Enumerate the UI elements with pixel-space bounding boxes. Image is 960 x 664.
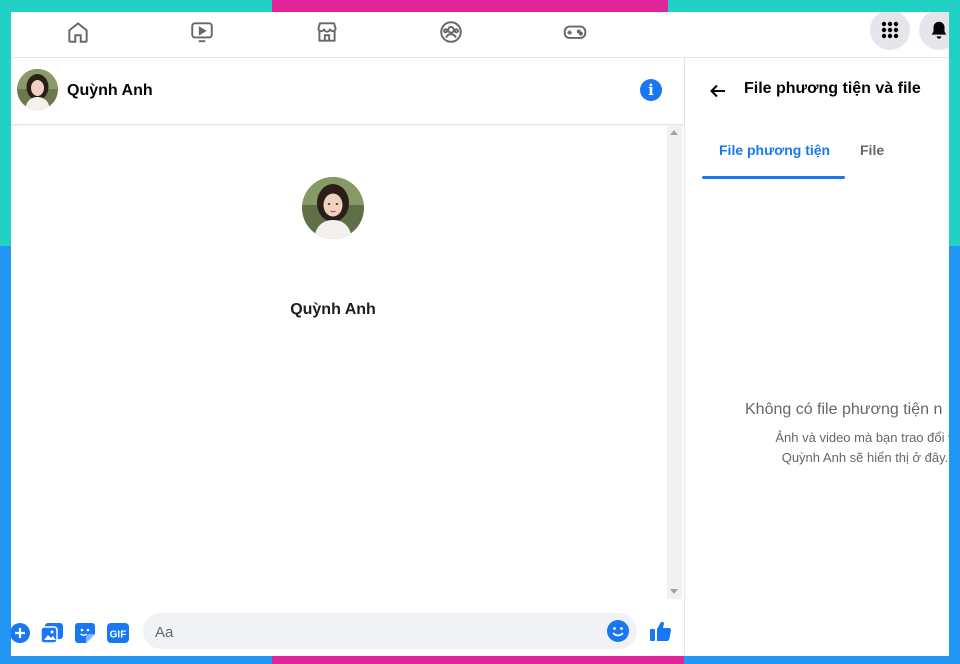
contact-name[interactable]: Quỳnh Anh [67, 82, 153, 100]
empty-state-title: Không có file phương tiện n [745, 401, 943, 418]
scroll-up-arrow[interactable] [670, 130, 678, 135]
media-files-panel: File phương tiện và file File phương tiệ… [685, 58, 949, 656]
watch-video-icon[interactable] [184, 16, 220, 48]
menu-grid-icon[interactable] [870, 12, 910, 50]
emoji-icon[interactable] [606, 619, 630, 643]
message-area: Quỳnh Anh [11, 125, 665, 595]
groups-icon[interactable] [433, 16, 469, 48]
empty-state-line-2: Quỳnh Anh sẽ hiển thị ở đây. [781, 450, 949, 465]
message-composer: GIF [11, 610, 684, 656]
tab-media[interactable]: File phương tiện [719, 142, 830, 158]
chat-scrollbar[interactable] [667, 125, 682, 599]
profile-name: Quỳnh Anh [290, 301, 376, 318]
back-arrow-icon[interactable] [705, 78, 731, 104]
notification-bell-icon[interactable] [919, 12, 949, 50]
gif-icon[interactable]: GIF [107, 622, 129, 644]
contact-avatar[interactable] [17, 69, 58, 110]
panel-title: File phương tiện và file [744, 80, 921, 97]
plus-circle-icon[interactable] [11, 622, 31, 644]
tab-files[interactable]: File [860, 142, 884, 158]
gif-label: GIF [110, 630, 127, 641]
home-icon[interactable] [60, 16, 96, 48]
empty-state-description: Ảnh và video mà bạn trao đổi v Quỳnh Anh… [745, 428, 949, 468]
like-thumb-icon[interactable] [649, 619, 673, 643]
message-input-container [143, 613, 637, 649]
chat-panel: Quỳnh Anh i Quỳnh Anh GIF Aa [11, 58, 685, 656]
app-window: Quỳnh Anh i Quỳnh Anh GIF Aa File phương… [11, 12, 949, 656]
profile-avatar[interactable] [302, 177, 364, 239]
chat-header: Quỳnh Anh i [11, 58, 684, 125]
active-tab-indicator [702, 176, 845, 179]
marketplace-icon[interactable] [309, 16, 345, 48]
photo-icon[interactable] [41, 622, 63, 644]
empty-state-line-1: Ảnh và video mà bạn trao đổi v [775, 430, 949, 445]
scroll-down-arrow[interactable] [670, 589, 678, 594]
sticker-icon[interactable] [74, 622, 96, 644]
top-navigation [11, 12, 949, 58]
message-input[interactable] [153, 619, 597, 645]
gaming-icon[interactable] [557, 16, 593, 48]
info-icon[interactable]: i [640, 79, 662, 101]
